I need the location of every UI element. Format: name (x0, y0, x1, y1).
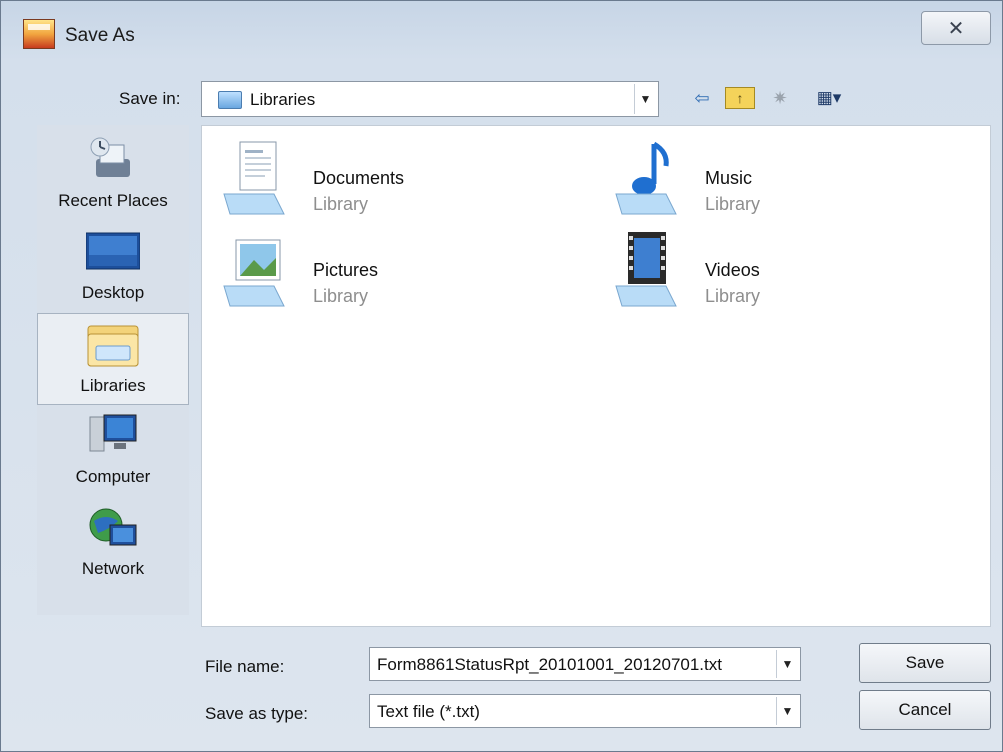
documents-library-icon (218, 138, 298, 218)
dropdown-arrow-icon[interactable]: ▼ (776, 650, 798, 678)
videos-library-icon (610, 230, 690, 310)
title-bar[interactable]: Save As ✕ (1, 1, 1002, 61)
file-name-combo[interactable]: Form8861StatusRpt_20101001_20120701.txt … (369, 647, 801, 681)
library-name: Pictures (313, 260, 379, 280)
computer-icon (86, 411, 140, 461)
network-icon (86, 503, 140, 553)
libraries-icon (86, 320, 140, 370)
dropdown-arrow-icon[interactable]: ▼ (776, 697, 798, 725)
save-in-label: Save in: (119, 89, 181, 108)
save-in-value: Libraries (250, 90, 316, 109)
place-label: Computer (75, 467, 151, 486)
place-label: Network (81, 559, 145, 578)
library-type: Library (313, 194, 369, 214)
pictures-library-icon (218, 230, 298, 310)
library-type: Library (313, 286, 369, 306)
place-computer[interactable]: Computer (37, 405, 189, 497)
new-folder-icon[interactable]: ✷ (765, 85, 795, 111)
dropdown-arrow-icon[interactable]: ▼ (634, 84, 656, 114)
library-item-music[interactable]: Music Library (602, 136, 902, 218)
file-name-label: File name: (205, 657, 285, 676)
file-name-value: Form8861StatusRpt_20101001_20120701.txt (377, 655, 722, 674)
music-library-icon (610, 138, 690, 218)
view-menu-icon[interactable]: ▦▾ (807, 85, 851, 111)
close-icon: ✕ (947, 17, 965, 40)
up-folder-icon[interactable]: ↑ (725, 87, 755, 109)
save-as-dialog: Save As ✕ Save in: Libraries ▼ ⇦ ↑ ✷ ▦▾ … (0, 0, 1003, 752)
file-list-pane[interactable]: Documents Library Music Library Pictures… (201, 125, 991, 627)
place-label: Desktop (81, 283, 145, 302)
save-button[interactable]: Save (859, 643, 991, 683)
save-as-type-value: Text file (*.txt) (377, 702, 480, 721)
recent-places-icon (86, 135, 140, 185)
library-item-videos[interactable]: Videos Library (602, 228, 902, 310)
back-icon[interactable]: ⇦ (689, 85, 715, 111)
place-network[interactable]: Network (37, 497, 189, 589)
libraries-folder-icon (218, 91, 242, 109)
library-name: Music (705, 168, 753, 188)
place-desktop[interactable]: Desktop (37, 221, 189, 313)
save-as-type-dropdown[interactable]: Text file (*.txt) ▼ (369, 694, 801, 728)
window-title: Save As (65, 25, 135, 46)
cancel-button[interactable]: Cancel (859, 690, 991, 730)
library-item-documents[interactable]: Documents Library (210, 136, 510, 218)
library-type: Library (705, 286, 761, 306)
place-recent-places[interactable]: Recent Places (37, 129, 189, 221)
save-as-type-label: Save as type: (205, 704, 309, 723)
app-icon (23, 19, 55, 49)
close-button[interactable]: ✕ (921, 11, 991, 45)
library-name: Documents (313, 168, 405, 188)
save-in-dropdown[interactable]: Libraries ▼ (201, 81, 659, 117)
library-name: Videos (705, 260, 760, 280)
place-label: Libraries (80, 376, 146, 395)
library-item-pictures[interactable]: Pictures Library (210, 228, 510, 310)
desktop-icon (85, 227, 141, 277)
places-bar: Recent Places Desktop Libraries Computer… (37, 125, 189, 615)
place-libraries[interactable]: Libraries (37, 313, 189, 405)
place-label: Recent Places (58, 191, 168, 210)
library-type: Library (705, 194, 761, 214)
